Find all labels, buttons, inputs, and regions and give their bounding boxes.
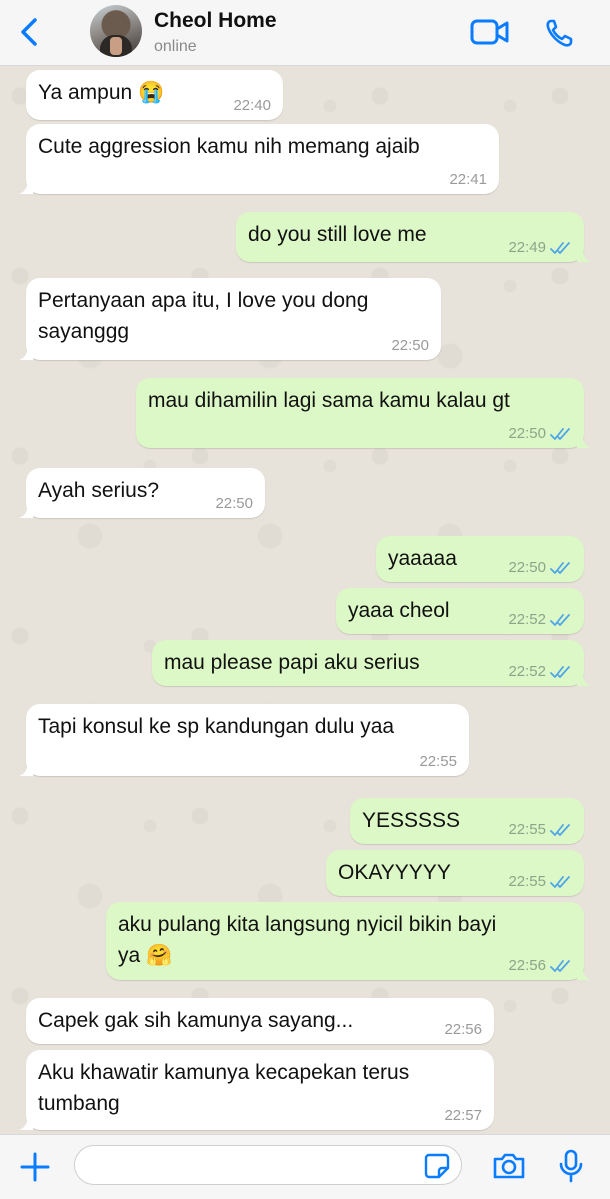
bubble-tail xyxy=(19,180,33,194)
bubble-tail xyxy=(19,346,33,360)
message-outgoing[interactable]: mau please papi aku serius 22:52 xyxy=(152,640,591,686)
message-incoming[interactable]: Ayah serius? 22:50 xyxy=(19,468,265,518)
message-input[interactable] xyxy=(74,1145,462,1185)
chat-area[interactable]: Ya ampun 😭 22:40 Cute aggression kamu ni… xyxy=(0,66,610,1134)
message-time: 22:41 xyxy=(449,171,487,188)
bubble-tail xyxy=(19,504,33,518)
read-ticks-icon xyxy=(550,562,570,574)
camera-icon[interactable] xyxy=(492,1151,526,1181)
contact-avatar[interactable] xyxy=(90,5,142,57)
message-time: 22:57 xyxy=(444,1107,482,1124)
message-time: 22:55 xyxy=(508,821,572,839)
message-time: 22:40 xyxy=(233,97,271,114)
message-incoming[interactable]: Cute aggression kamu nih memang ajaib 22… xyxy=(19,124,499,194)
message-time: 22:56 xyxy=(444,1021,482,1038)
message-text: mau dihamilin lagi sama kamu kalau gt xyxy=(148,389,510,412)
read-ticks-icon xyxy=(550,824,570,836)
message-outgoing[interactable]: YESSSSS 22:55 xyxy=(350,798,584,844)
message-incoming[interactable]: Pertanyaan apa itu, I love you dong saya… xyxy=(19,278,441,360)
bubble-tail xyxy=(577,966,591,980)
message-outgoing[interactable]: do you still love me 22:49 xyxy=(236,212,591,262)
message-time: 22:50 xyxy=(215,495,253,512)
read-ticks-icon xyxy=(550,666,570,678)
message-time: 22:49 xyxy=(508,239,572,257)
bubble-tail xyxy=(577,434,591,448)
message-text: Aku khawatir kamunya kecapekan terus tum… xyxy=(38,1061,410,1115)
read-ticks-icon xyxy=(550,614,570,626)
read-ticks-icon xyxy=(550,428,570,440)
contact-name[interactable]: Cheol Home xyxy=(154,9,277,33)
bubble-tail xyxy=(19,762,33,776)
composer-bar xyxy=(0,1134,610,1199)
message-incoming[interactable]: Capek gak sih kamunya sayang... 22:56 xyxy=(26,998,494,1044)
bubble-tail xyxy=(19,1116,33,1130)
message-text: Capek gak sih kamunya sayang... xyxy=(38,1009,354,1032)
chat-header: Cheol Home online xyxy=(0,0,610,66)
microphone-icon[interactable] xyxy=(558,1149,584,1183)
message-incoming[interactable]: Aku khawatir kamunya kecapekan terus tum… xyxy=(19,1050,494,1130)
message-time: 22:50 xyxy=(391,337,429,354)
read-ticks-icon xyxy=(550,960,570,972)
message-outgoing[interactable]: OKAYYYYY 22:55 xyxy=(326,850,584,896)
contact-status: online xyxy=(154,38,197,55)
bubble-tail xyxy=(577,248,591,262)
message-outgoing[interactable]: yaaaaa 22:50 xyxy=(376,536,584,582)
message-outgoing[interactable]: yaaa cheol 22:52 xyxy=(336,588,584,634)
message-outgoing[interactable]: aku pulang kita langsung nyicil bikin ba… xyxy=(106,902,591,980)
bubble-tail xyxy=(577,672,591,686)
plus-icon[interactable] xyxy=(20,1152,50,1182)
phone-call-icon[interactable] xyxy=(544,18,576,48)
sticker-icon[interactable] xyxy=(424,1153,450,1179)
message-time: 22:52 xyxy=(508,663,572,681)
read-ticks-icon xyxy=(550,242,570,254)
message-time: 22:52 xyxy=(508,611,572,629)
message-time: 22:56 xyxy=(508,957,572,975)
video-call-icon[interactable] xyxy=(470,18,510,46)
message-time: 22:50 xyxy=(508,559,572,577)
message-text: Pertanyaan apa itu, I love you dong saya… xyxy=(38,289,369,343)
message-text: aku pulang kita langsung nyicil bikin ba… xyxy=(118,913,497,967)
message-text: Tapi konsul ke sp kandungan dulu yaa xyxy=(38,715,395,738)
back-chevron-icon[interactable] xyxy=(14,14,44,50)
message-outgoing[interactable]: mau dihamilin lagi sama kamu kalau gt 22… xyxy=(136,378,591,448)
read-ticks-icon xyxy=(550,876,570,888)
message-text: Cute aggression kamu nih memang ajaib xyxy=(38,135,420,158)
message-incoming[interactable]: Ya ampun 😭 22:40 xyxy=(26,70,283,120)
message-time: 22:55 xyxy=(508,873,572,891)
message-incoming[interactable]: Tapi konsul ke sp kandungan dulu yaa 22:… xyxy=(19,704,469,776)
message-time: 22:50 xyxy=(508,425,572,443)
message-time: 22:55 xyxy=(419,753,457,770)
